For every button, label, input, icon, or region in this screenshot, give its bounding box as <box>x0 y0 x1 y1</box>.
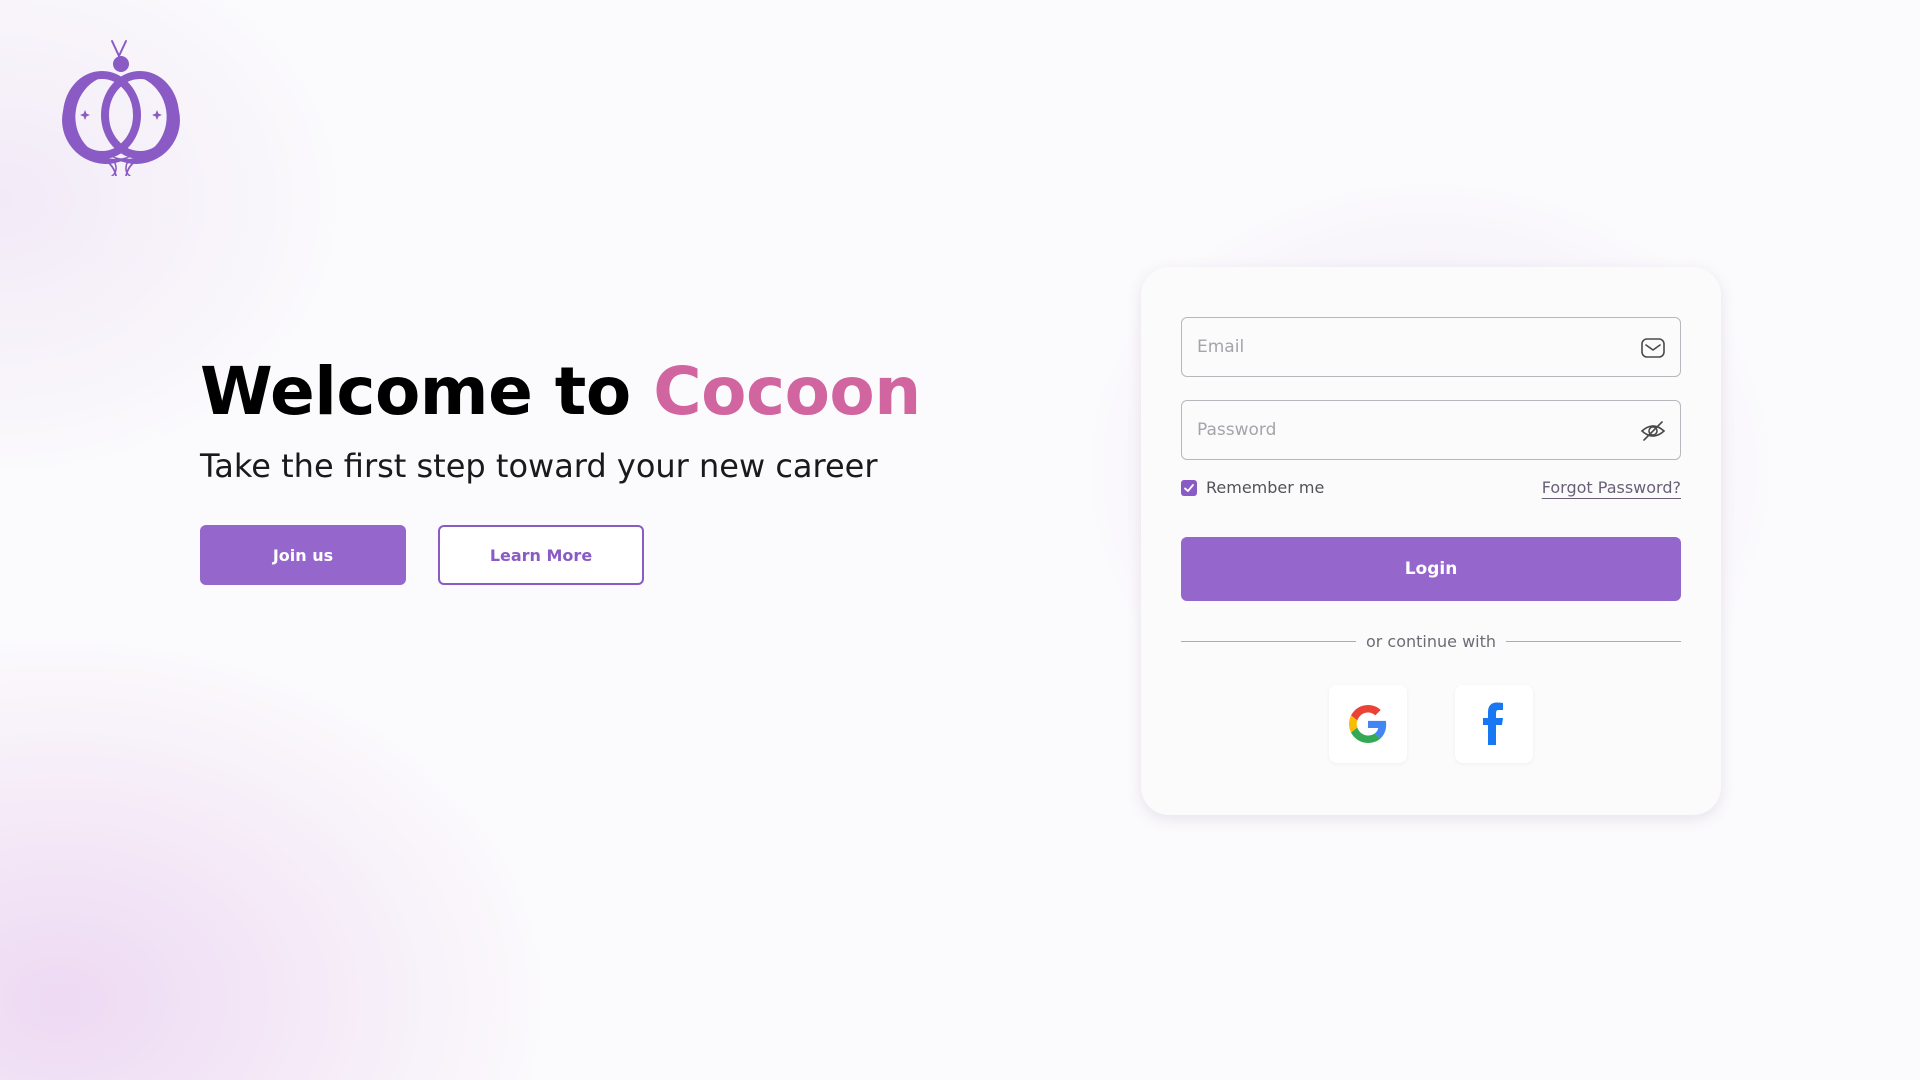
google-login-button[interactable] <box>1329 685 1407 763</box>
eye-off-icon[interactable] <box>1640 418 1666 444</box>
password-input[interactable] <box>1182 401 1617 459</box>
divider-line <box>1506 641 1681 642</box>
remember-me-checkbox[interactable] <box>1181 479 1197 496</box>
hero-section: Welcome to Cocoon Take the first step to… <box>200 352 960 586</box>
learn-more-button[interactable]: Learn More <box>438 525 644 586</box>
remember-me[interactable]: Remember me <box>1181 478 1324 497</box>
forgot-password-link[interactable]: Forgot Password? <box>1542 478 1681 497</box>
join-us-button[interactable]: Join us <box>200 525 406 586</box>
facebook-icon <box>1483 702 1503 745</box>
google-icon <box>1349 705 1387 743</box>
login-card: Remember me Forgot Password? Login or co… <box>1141 267 1721 815</box>
hero-buttons: Join us Learn More <box>200 525 960 586</box>
hero-title: Welcome to Cocoon <box>200 352 960 431</box>
mail-icon <box>1640 335 1666 361</box>
email-input[interactable] <box>1182 318 1617 376</box>
remember-me-label: Remember me <box>1206 478 1325 497</box>
continue-divider: or continue with <box>1181 632 1681 651</box>
hero-title-prefix: Welcome to <box>200 353 654 430</box>
divider-line <box>1181 641 1356 642</box>
hero-title-brand: Cocoon <box>653 353 921 430</box>
check-icon <box>1184 483 1194 492</box>
login-button[interactable]: Login <box>1181 537 1681 601</box>
cocoon-butterfly-logo-icon <box>62 40 180 177</box>
divider-text: or continue with <box>1365 632 1497 651</box>
email-field[interactable] <box>1181 317 1681 377</box>
hero-subtitle: Take the first step toward your new care… <box>200 447 878 486</box>
facebook-login-button[interactable] <box>1455 685 1533 763</box>
cocoon-logo <box>56 36 186 177</box>
password-field[interactable] <box>1181 400 1681 460</box>
